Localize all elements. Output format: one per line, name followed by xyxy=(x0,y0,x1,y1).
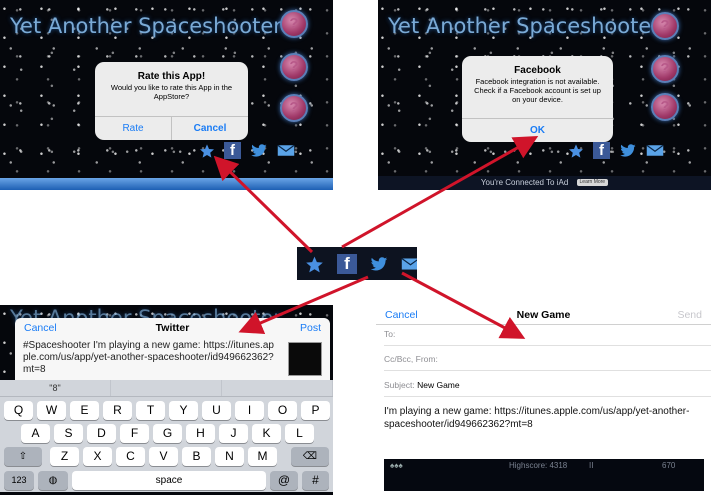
twitter-title: Twitter xyxy=(155,322,190,334)
key-x[interactable]: X xyxy=(83,447,112,466)
key-b[interactable]: B xyxy=(182,447,211,466)
highscore-text: Highscore: 4318 xyxy=(509,461,568,470)
game-screenshot-attachment: ♠♠♠ Highscore: 4318 II 670 xyxy=(384,459,704,491)
suggestion-item-empty[interactable] xyxy=(222,380,333,396)
star-icon[interactable] xyxy=(568,143,584,159)
key-a[interactable]: A xyxy=(21,424,50,443)
game-title: Yet Another Spaceshooter xyxy=(388,14,660,38)
key-c[interactable]: C xyxy=(116,447,145,466)
facebook-icon[interactable]: f xyxy=(337,254,357,274)
cancel-button[interactable]: Cancel xyxy=(171,117,248,140)
mail-icon[interactable] xyxy=(401,257,417,271)
menu-circle-button-1[interactable]: ? xyxy=(280,10,308,38)
key-j[interactable]: J xyxy=(219,424,248,443)
facebook-alert-message: Facebook integration is not available. C… xyxy=(474,77,601,104)
facebook-icon[interactable]: f xyxy=(593,142,610,159)
key-z[interactable]: Z xyxy=(50,447,79,466)
rate-dialog-screenshot: Yet Another Spaceshooter ? ? ? Rate this… xyxy=(0,0,333,190)
mail-title: New Game xyxy=(516,309,571,321)
key-w[interactable]: W xyxy=(37,401,66,420)
key-l[interactable]: L xyxy=(285,424,314,443)
iad-text: You're Connected To iAd xyxy=(480,178,569,187)
star-icon[interactable] xyxy=(305,255,324,274)
share-icons-strip: f xyxy=(297,247,417,280)
share-icons-row: f xyxy=(199,142,295,159)
key-y[interactable]: Y xyxy=(169,401,198,420)
key-g[interactable]: G xyxy=(153,424,182,443)
facebook-alert-title: Facebook xyxy=(514,65,561,76)
key-p[interactable]: P xyxy=(301,401,330,420)
space-key[interactable]: space xyxy=(72,471,266,490)
rate-alert-message: Would you like to rate this App in the A… xyxy=(110,83,233,101)
delete-key[interactable]: ⌫ xyxy=(291,447,329,466)
mail-body-text[interactable]: I'm playing a new game: https://itunes.a… xyxy=(384,405,702,431)
key-o[interactable]: O xyxy=(268,401,297,420)
subject-value: New Game xyxy=(417,380,460,390)
star-icon[interactable] xyxy=(199,143,215,159)
mail-icon[interactable] xyxy=(646,144,664,157)
keyboard: "8" QWERTYUIOP ASDFGHJKL ZXCVBNM ⇧ ⌫ 123… xyxy=(0,380,333,492)
mail-icon[interactable] xyxy=(277,144,295,157)
twitter-icon[interactable] xyxy=(370,256,388,272)
tweet-text-field[interactable]: #Spaceshooter I'm playing a new game: ht… xyxy=(23,340,278,376)
rate-button[interactable]: Rate xyxy=(95,117,171,140)
suggestion-bar: "8" xyxy=(0,380,333,397)
lives-indicator: ♠♠♠ xyxy=(390,461,403,470)
menu-circle-button-3[interactable]: ? xyxy=(651,93,679,121)
ground-strip xyxy=(0,178,333,190)
suggestion-item[interactable]: "8" xyxy=(0,380,111,396)
ok-button[interactable]: OK xyxy=(462,119,613,142)
key-h[interactable]: H xyxy=(186,424,215,443)
key-k[interactable]: K xyxy=(252,424,281,443)
key-e[interactable]: E xyxy=(70,401,99,420)
cc-bcc-from-field[interactable]: Cc/Bcc, From: xyxy=(384,348,711,371)
key-s[interactable]: S xyxy=(54,424,83,443)
mail-compose: Cancel New Game Send To: Cc/Bcc, From: S… xyxy=(376,305,711,503)
mail-send-button[interactable]: Send xyxy=(677,305,702,325)
key-n[interactable]: N xyxy=(215,447,244,466)
score-text: 670 xyxy=(662,461,676,470)
facebook-dialog-screenshot: Yet Another Spaceshooter ? ? ? Facebook … xyxy=(378,0,711,190)
hash-key[interactable]: # xyxy=(302,471,329,490)
twitter-post-button[interactable]: Post xyxy=(300,318,321,338)
suggestion-item-empty[interactable] xyxy=(111,380,222,396)
facebook-icon[interactable]: f xyxy=(224,142,241,159)
twitter-sheet: Cancel Twitter Post #Spaceshooter I'm pl… xyxy=(15,318,330,382)
key-r[interactable]: R xyxy=(103,401,132,420)
shift-key[interactable]: ⇧ xyxy=(4,447,42,466)
share-icons-row: f xyxy=(568,142,664,159)
subject-label: Subject: xyxy=(384,380,415,390)
key-v[interactable]: V xyxy=(149,447,178,466)
menu-circle-button-2[interactable]: ? xyxy=(280,53,308,81)
key-f[interactable]: F xyxy=(120,424,149,443)
numbers-key[interactable]: 123 xyxy=(4,471,34,490)
subject-field[interactable]: Subject: New Game xyxy=(384,374,711,397)
rate-alert-title: Rate this App! xyxy=(137,71,206,82)
game-title: Yet Another Spaceshooter xyxy=(10,14,282,38)
tweet-image-thumbnail xyxy=(288,342,322,376)
rate-alert: Rate this App! Would you like to rate th… xyxy=(95,62,248,140)
menu-circle-button-3[interactable]: ? xyxy=(280,94,308,122)
to-label: To: xyxy=(384,329,396,339)
twitter-icon[interactable] xyxy=(619,143,637,158)
key-d[interactable]: D xyxy=(87,424,116,443)
cc-bcc-from-label: Cc/Bcc, From: xyxy=(384,354,438,364)
pause-indicator: II xyxy=(589,461,594,470)
key-q[interactable]: Q xyxy=(4,401,33,420)
at-key[interactable]: @ xyxy=(270,471,298,490)
key-m[interactable]: M xyxy=(248,447,277,466)
menu-circle-button-1[interactable]: ? xyxy=(651,12,679,40)
iad-learn-more-button[interactable]: Learn More xyxy=(576,179,609,187)
twitter-icon[interactable] xyxy=(250,143,268,158)
iad-banner[interactable]: You're Connected To iAd Learn More xyxy=(378,176,711,190)
key-u[interactable]: U xyxy=(202,401,231,420)
key-i[interactable]: I xyxy=(235,401,264,420)
facebook-alert: Facebook Facebook integration is not ava… xyxy=(462,56,613,142)
key-t[interactable]: T xyxy=(136,401,165,420)
globe-key[interactable]: ◍ xyxy=(38,471,68,490)
to-field[interactable]: To: xyxy=(384,323,711,346)
menu-circle-button-2[interactable]: ? xyxy=(651,55,679,83)
